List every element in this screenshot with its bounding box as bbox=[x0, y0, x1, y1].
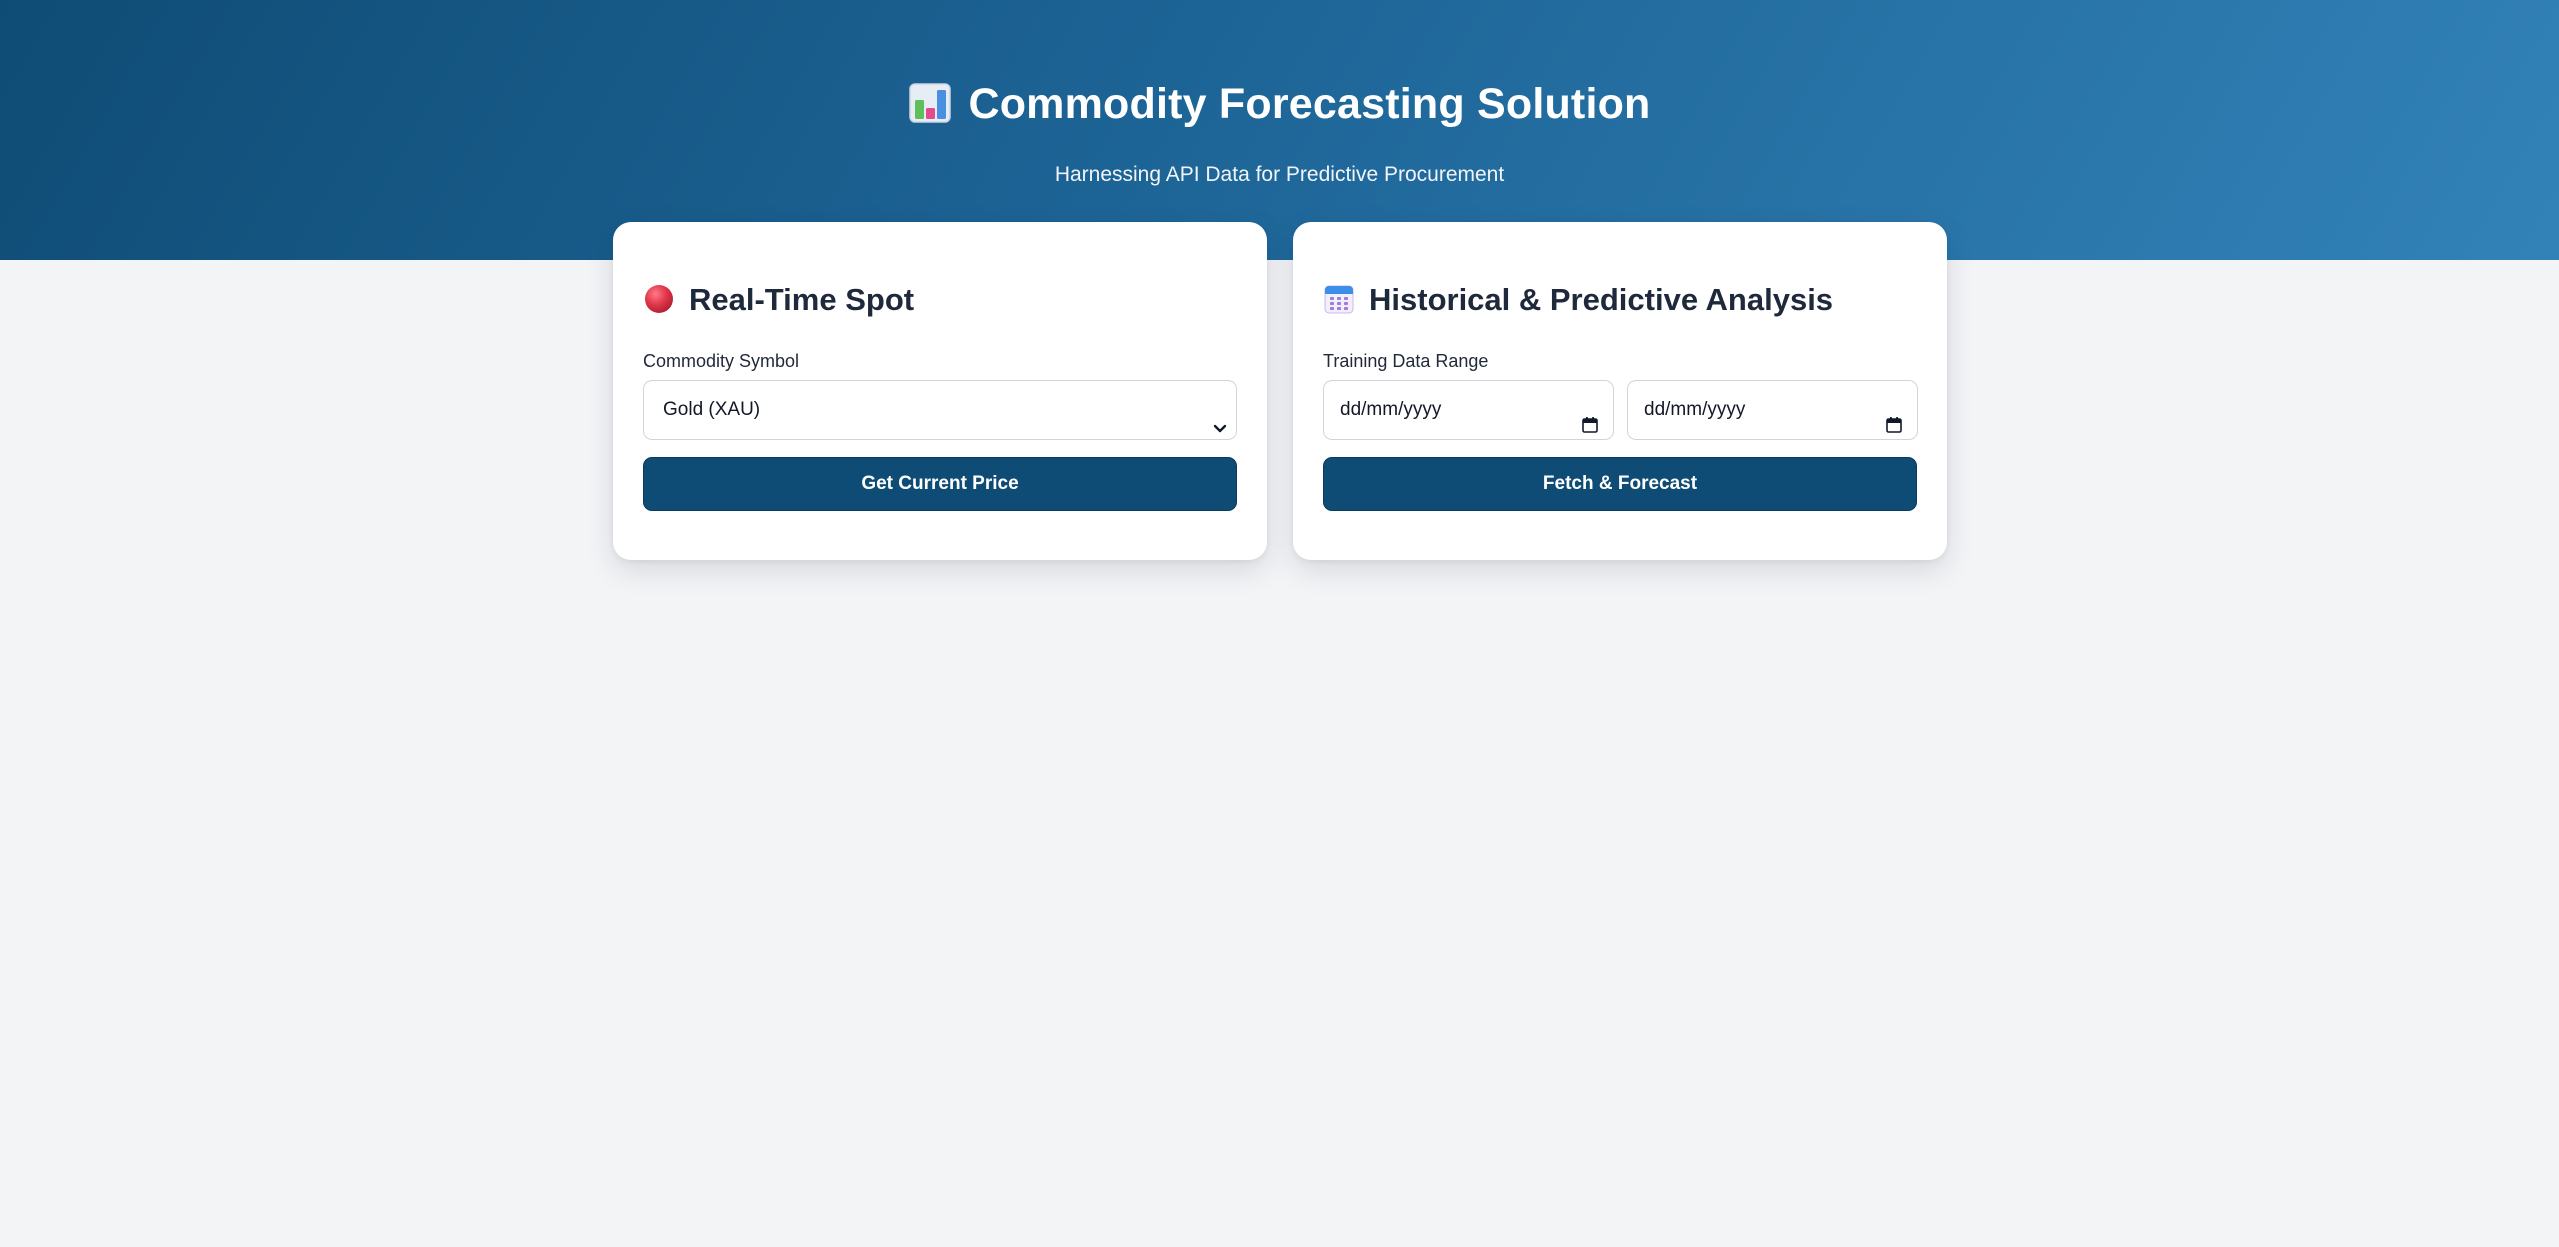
calendar-picker-icon[interactable] bbox=[1885, 400, 1903, 433]
page-title-row: Commodity Forecasting Solution bbox=[0, 74, 2559, 134]
commodity-symbol-value: Gold (XAU) bbox=[663, 399, 761, 420]
real-time-spot-card: Real-Time Spot Commodity Symbol Gold (XA… bbox=[613, 222, 1267, 560]
page-subtitle: Harnessing API Data for Predictive Procu… bbox=[1054, 163, 1505, 186]
start-date-value: dd/mm/yyyy bbox=[1340, 399, 1442, 420]
get-current-price-button[interactable]: Get Current Price bbox=[643, 457, 1237, 511]
red-circle-icon bbox=[643, 283, 675, 327]
end-date-input[interactable]: dd/mm/yyyy bbox=[1627, 380, 1918, 440]
commodity-symbol-label: Commodity Symbol bbox=[643, 351, 800, 371]
analysis-card-heading: Historical & Predictive Analysis bbox=[1323, 278, 1833, 327]
spot-card-heading: Real-Time Spot bbox=[643, 278, 914, 327]
start-date-input[interactable]: dd/mm/yyyy bbox=[1323, 380, 1614, 440]
training-data-range-label: Training Data Range bbox=[1323, 351, 1489, 371]
commodity-symbol-select[interactable]: Gold (XAU) bbox=[643, 380, 1237, 440]
header-banner: Commodity Forecasting Solution Harnessin… bbox=[0, 0, 2559, 260]
page-title: Commodity Forecasting Solution bbox=[968, 80, 1651, 128]
fetch-and-forecast-button[interactable]: Fetch & Forecast bbox=[1323, 457, 1917, 511]
analysis-card-title: Historical & Predictive Analysis bbox=[1369, 282, 1834, 317]
historical-analysis-card: Historical & Predictive Analysis Trainin… bbox=[1293, 222, 1947, 560]
spot-card-title: Real-Time Spot bbox=[689, 282, 915, 317]
end-date-value: dd/mm/yyyy bbox=[1644, 399, 1746, 420]
chevron-down-icon bbox=[1212, 402, 1228, 433]
calendar-icon bbox=[1323, 283, 1355, 327]
calendar-picker-icon[interactable] bbox=[1581, 400, 1599, 433]
bar-chart-icon bbox=[908, 80, 952, 123]
